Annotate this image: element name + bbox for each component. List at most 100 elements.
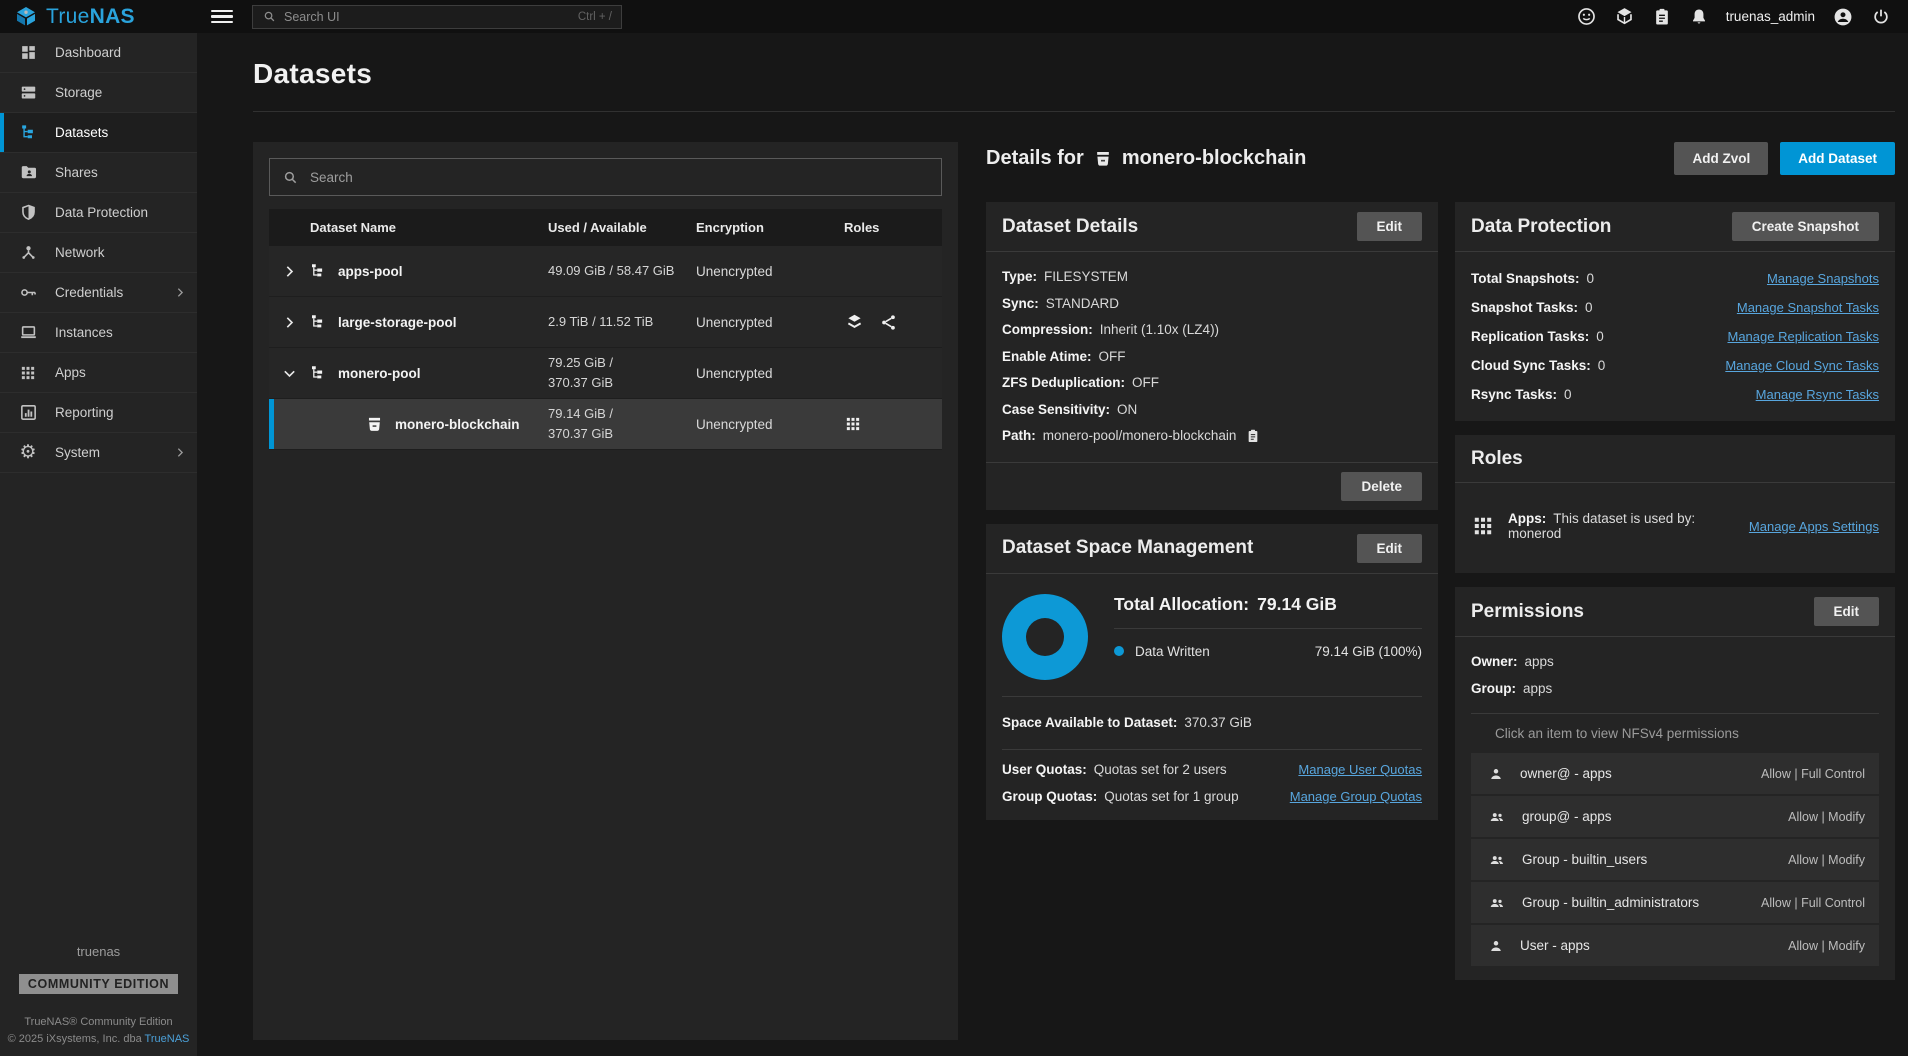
dataset-bin-icon xyxy=(1093,149,1113,169)
table-row-monero-pool[interactable]: monero-pool 79.25 GiB /370.37 GiB Unencr… xyxy=(269,348,942,399)
permissions-edit-button[interactable]: Edit xyxy=(1814,597,1880,626)
permission-item-builtin-users[interactable]: Group - builtin_users Allow | Modify xyxy=(1471,839,1879,880)
footer-truenas-link[interactable]: TrueNAS xyxy=(145,1033,190,1045)
table-row-monero-blockchain[interactable]: monero-blockchain 79.14 GiB /370.37 GiB … xyxy=(269,399,942,450)
dataset-details-edit-button[interactable]: Edit xyxy=(1357,212,1423,241)
sidebar-item-label: Shares xyxy=(55,165,98,180)
dataset-name: monero-pool xyxy=(338,366,421,381)
copy-path-icon[interactable] xyxy=(1245,428,1261,444)
manage-user-quotas-link[interactable]: Manage User Quotas xyxy=(1298,762,1422,777)
dataset-name: large-storage-pool xyxy=(338,315,457,330)
manage-snapshots-link[interactable]: Manage Snapshots xyxy=(1767,264,1879,293)
permission-level: Allow | Modify xyxy=(1788,853,1865,867)
permission-who: User - apps xyxy=(1520,938,1590,953)
username-label[interactable]: truenas_admin xyxy=(1726,9,1815,24)
permission-level: Allow | Modify xyxy=(1788,810,1865,824)
card-title: Roles xyxy=(1471,448,1523,470)
dataset-name: monero-blockchain xyxy=(395,417,520,432)
edition-badge: COMMUNITY EDITION xyxy=(19,974,178,994)
permission-item-builtin-administrators[interactable]: Group - builtin_administrators Allow | F… xyxy=(1471,882,1879,923)
sidebar-item-credentials[interactable]: Credentials xyxy=(0,273,197,313)
search-shortcut-hint: Ctrl + / xyxy=(578,11,612,23)
space-management-edit-button[interactable]: Edit xyxy=(1357,534,1423,563)
used-value: 49.09 GiB / 58.47 GiB xyxy=(548,263,674,278)
dataset-bin-icon xyxy=(365,415,384,434)
sidebar-item-label: Apps xyxy=(55,365,86,380)
create-snapshot-button[interactable]: Create Snapshot xyxy=(1732,212,1879,241)
permission-item-user-apps[interactable]: User - apps Allow | Modify xyxy=(1471,925,1879,966)
shares-folder-icon xyxy=(18,163,38,182)
datasets-tree-icon xyxy=(18,123,38,142)
expand-chevron-right-icon[interactable] xyxy=(269,315,309,330)
global-search[interactable]: Ctrl + / xyxy=(252,5,622,29)
page-title: Datasets xyxy=(253,58,1908,90)
sidebar-item-system[interactable]: ⚙ System xyxy=(0,433,197,473)
owner-value: apps xyxy=(1525,649,1554,676)
sidebar-item-dashboard[interactable]: Dashboard xyxy=(0,33,197,73)
storage-icon xyxy=(18,83,38,102)
legend-label: Data Written xyxy=(1135,644,1210,659)
manage-group-quotas-link[interactable]: Manage Group Quotas xyxy=(1290,789,1422,804)
alerts-bell-icon[interactable] xyxy=(1689,7,1709,27)
manage-rsync-tasks-link[interactable]: Manage Rsync Tasks xyxy=(1756,380,1879,409)
sidebar-item-instances[interactable]: Instances xyxy=(0,313,197,353)
jobs-clipboard-icon[interactable] xyxy=(1652,7,1672,27)
account-circle-icon[interactable] xyxy=(1832,6,1854,28)
expand-chevron-down-icon[interactable] xyxy=(269,366,309,381)
space-management-card: Dataset Space Management Edit Total Allo… xyxy=(986,524,1438,821)
nfsv4-hint: Click an item to view NFSv4 permissions xyxy=(1471,714,1879,753)
add-zvol-button[interactable]: Add Zvol xyxy=(1674,142,1768,175)
people-icon xyxy=(1487,894,1507,912)
available-value: 370.37 GiB xyxy=(1184,710,1252,737)
truenas-logo-icon xyxy=(14,5,38,29)
footer-product-line: TrueNAS® Community Edition xyxy=(0,1014,197,1031)
permission-who: Group - builtin_users xyxy=(1522,852,1647,867)
sidebar-item-apps[interactable]: Apps xyxy=(0,353,197,393)
manage-cloud-sync-tasks-link[interactable]: Manage Cloud Sync Tasks xyxy=(1725,351,1879,380)
delete-dataset-button[interactable]: Delete xyxy=(1341,472,1422,501)
table-row-large-storage-pool[interactable]: large-storage-pool 2.9 TiB / 11.52 TiB U… xyxy=(269,297,942,348)
storage-role-icon xyxy=(844,312,865,333)
manage-apps-settings-link[interactable]: Manage Apps Settings xyxy=(1749,519,1879,534)
add-dataset-button[interactable]: Add Dataset xyxy=(1780,142,1895,175)
brand-text-true: True xyxy=(46,5,90,28)
encryption-value: Unencrypted xyxy=(696,417,830,432)
manage-replication-tasks-link[interactable]: Manage Replication Tasks xyxy=(1727,322,1879,351)
permission-item-owner[interactable]: owner@ - apps Allow | Full Control xyxy=(1471,753,1879,794)
total-allocation-value: 79.14 GiB xyxy=(1257,594,1337,614)
menu-toggle-icon[interactable] xyxy=(211,6,233,27)
encryption-value: Unencrypted xyxy=(696,366,830,381)
space-donut-chart xyxy=(1002,594,1088,680)
dataset-name: apps-pool xyxy=(338,264,403,279)
global-search-input[interactable] xyxy=(284,10,571,24)
sidebar-item-network[interactable]: Network xyxy=(0,233,197,273)
topbar: TrueNAS Ctrl + / truenas_admin xyxy=(0,0,1908,33)
dataset-search-input[interactable] xyxy=(310,170,929,185)
sidebar-item-data-protection[interactable]: Data Protection xyxy=(0,193,197,233)
card-title: Dataset Space Management xyxy=(1002,537,1253,559)
truecommand-icon[interactable] xyxy=(1614,6,1635,27)
dataset-search[interactable] xyxy=(269,158,942,196)
manage-snapshot-tasks-link[interactable]: Manage Snapshot Tasks xyxy=(1737,293,1879,322)
sidebar-item-storage[interactable]: Storage xyxy=(0,73,197,113)
legend-value: 79.14 GiB (100%) xyxy=(1315,644,1422,659)
power-icon[interactable] xyxy=(1871,7,1891,27)
permission-who: Group - builtin_administrators xyxy=(1522,895,1699,910)
sidebar-item-reporting[interactable]: Reporting xyxy=(0,393,197,433)
dataset-table-header: Dataset Name Used / Available Encryption… xyxy=(269,209,942,246)
footer-copyright: © 2025 iXsystems, Inc. dba xyxy=(8,1033,142,1045)
permissions-card: Permissions Edit Owner:apps Group:apps C… xyxy=(1455,587,1895,980)
dataset-table: Dataset Name Used / Available Encryption… xyxy=(269,209,942,450)
details-dataset-name: monero-blockchain xyxy=(1122,147,1306,170)
group-label: Group: xyxy=(1471,676,1516,703)
table-row-apps-pool[interactable]: apps-pool 49.09 GiB / 58.47 GiB Unencryp… xyxy=(269,246,942,297)
search-icon xyxy=(282,169,299,186)
group-quotas-label: Group Quotas: xyxy=(1002,789,1097,804)
feedback-smiley-icon[interactable] xyxy=(1576,6,1597,27)
roles-card: Roles Apps:This dataset is used by: mone… xyxy=(1455,435,1895,573)
sidebar-item-shares[interactable]: Shares xyxy=(0,153,197,193)
sidebar-item-datasets[interactable]: Datasets xyxy=(0,113,197,153)
permission-item-group[interactable]: group@ - apps Allow | Modify xyxy=(1471,796,1879,837)
card-title: Dataset Details xyxy=(1002,216,1138,238)
expand-chevron-right-icon[interactable] xyxy=(269,264,309,279)
